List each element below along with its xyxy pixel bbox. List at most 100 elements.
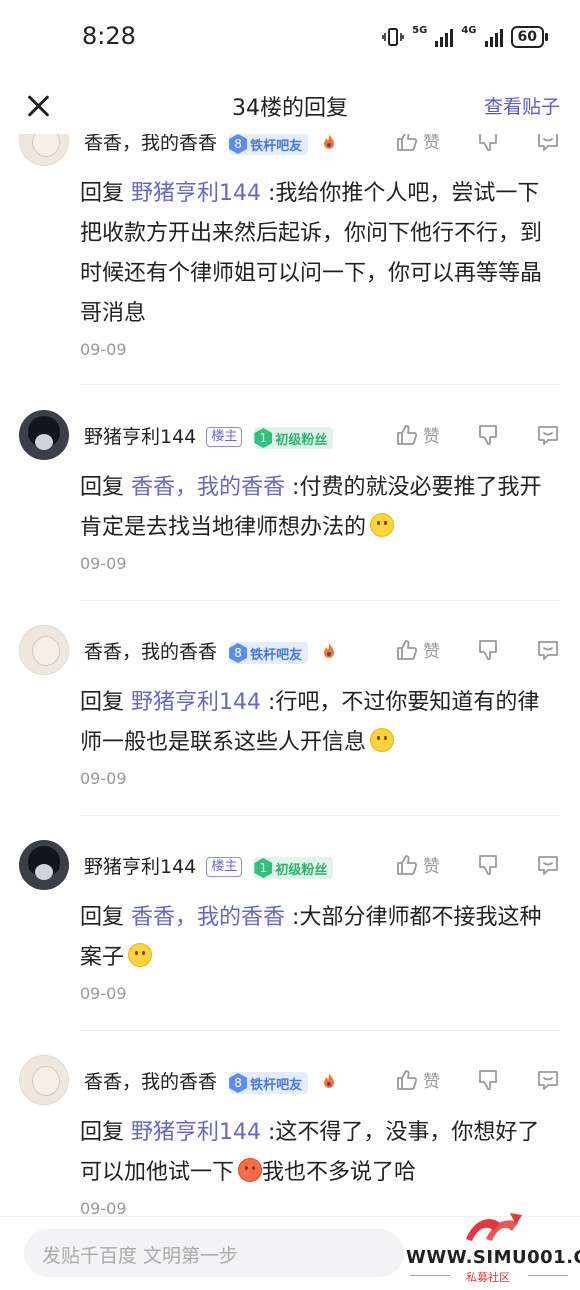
level-title: 铁杆吧友 <box>250 1077 303 1093</box>
signal-icon-2 <box>484 27 503 47</box>
reply-target-link[interactable]: 野猪亨利144 <box>131 181 261 206</box>
username-row: 野猪亨利144 楼主 1 初级粉丝 <box>84 422 334 449</box>
reply-text: 回复 香香，我的香香 :大部分律师都不接我这种案子 <box>80 898 558 978</box>
reply-prefix: 回复 <box>80 905 125 930</box>
reply-input-placeholder: 发贴千百度 文明第一步 <box>42 1245 239 1267</box>
level-number: 1 <box>254 428 273 448</box>
thumbs-up-icon <box>397 1069 418 1090</box>
thumbs-up-icon <box>397 134 418 151</box>
divider <box>80 384 560 385</box>
network-5g-label: 5G <box>412 25 428 36</box>
like-label: 赞 <box>423 134 440 153</box>
reply-prefix: 回复 <box>80 1120 125 1145</box>
reply-actions: 赞 <box>395 422 560 447</box>
comment-icon[interactable] <box>536 423 560 447</box>
avatar[interactable] <box>19 134 69 166</box>
reply-body-tail: 我也不多说了哈 <box>262 1160 417 1185</box>
like-label: 赞 <box>423 642 440 662</box>
reply-date: 09-09 <box>80 340 127 359</box>
username[interactable]: 香香，我的香香 <box>84 134 217 154</box>
avatar[interactable] <box>19 625 69 675</box>
like-button[interactable]: 赞 <box>395 1067 440 1092</box>
thread-owner-badge: 楼主 <box>206 857 243 877</box>
reply-actions: 赞 <box>395 134 560 153</box>
like-label: 赞 <box>423 1072 440 1092</box>
thumbs-down-icon[interactable] <box>476 853 500 877</box>
like-button[interactable]: 赞 <box>395 852 440 877</box>
username[interactable]: 野猪亨利144 <box>84 856 196 878</box>
signal-icon <box>435 27 454 47</box>
level-number: 8 <box>229 134 248 154</box>
username[interactable]: 野猪亨利144 <box>84 426 196 448</box>
watermark-logo-icon <box>466 1213 522 1241</box>
comment-icon[interactable] <box>536 134 560 153</box>
reply-actions: 赞 <box>395 1067 560 1092</box>
thumbs-down-icon[interactable] <box>476 1068 500 1092</box>
level-number: 8 <box>229 1073 248 1093</box>
reply-date: 09-09 <box>80 769 127 788</box>
fan-level-badge: 8 铁杆吧友 <box>229 134 309 155</box>
reply-target-link[interactable]: 香香，我的香香 <box>131 905 285 930</box>
like-label: 赞 <box>423 427 440 447</box>
fan-level-badge: 8 铁杆吧友 <box>229 642 309 664</box>
thumbs-down-icon[interactable] <box>476 134 500 153</box>
watermark-rule-right <box>528 1275 568 1276</box>
view-post-link[interactable]: 查看贴子 <box>484 92 560 119</box>
username-row: 香香，我的香香 8 铁杆吧友 <box>84 134 338 155</box>
reply-date: 09-09 <box>80 1199 127 1216</box>
avatar[interactable] <box>19 410 69 460</box>
reply-actions: 赞 <box>395 852 560 877</box>
divider <box>80 1030 560 1031</box>
level-number: 8 <box>229 643 248 663</box>
comment-icon[interactable] <box>536 638 560 662</box>
like-button[interactable]: 赞 <box>395 637 440 662</box>
reply-text: 回复 野猪亨利144 :我给你推个人吧，尝试一下把收款方开出来然后起诉，你问下他… <box>80 174 558 334</box>
reply-target-link[interactable]: 野猪亨利144 <box>131 1120 261 1145</box>
surprised-emoji-icon <box>370 728 395 752</box>
comment-icon[interactable] <box>536 853 560 877</box>
thumbs-up-icon <box>397 854 418 875</box>
avatar[interactable] <box>19 1055 69 1105</box>
reply-prefix: 回复 <box>80 475 125 500</box>
fan-level-badge: 1 初级粉丝 <box>254 857 334 879</box>
thumbs-down-icon[interactable] <box>476 423 500 447</box>
comment-icon[interactable] <box>536 1068 560 1092</box>
status-icons: 5G 4G 60 <box>382 25 549 48</box>
reply-list[interactable]: 香香，我的香香 8 铁杆吧友 赞 回复 野猪亨利144 :我给你推个人吧，尝试一下… <box>0 134 580 1216</box>
like-button[interactable]: 赞 <box>395 134 440 153</box>
thumbs-down-icon[interactable] <box>476 638 500 662</box>
avatar[interactable] <box>19 840 69 890</box>
reply-prefix: 回复 <box>80 181 125 206</box>
bottom-bar: 发贴千百度 文明第一步 WWW.SIMU001.CN 私募社区 <box>0 1213 580 1290</box>
watermark-sub: 私募社区 <box>466 1271 510 1284</box>
divider <box>80 815 560 816</box>
status-time: 8:28 <box>82 22 136 50</box>
level-title: 初级粉丝 <box>275 432 328 448</box>
level-title: 铁杆吧友 <box>250 647 303 663</box>
username[interactable]: 香香，我的香香 <box>84 1071 217 1093</box>
battery-indicator: 60 <box>510 26 549 48</box>
heart-eyes-emoji-icon <box>238 1158 263 1182</box>
flame-icon <box>324 643 335 658</box>
reply-target-link[interactable]: 野猪亨利144 <box>131 690 261 715</box>
fan-level-badge: 1 初级粉丝 <box>254 427 334 449</box>
network-4g-label: 4G <box>461 25 477 36</box>
level-number: 1 <box>254 858 273 878</box>
reply-actions: 赞 <box>395 637 560 662</box>
reply-date: 09-09 <box>80 984 127 1003</box>
level-title: 铁杆吧友 <box>250 138 303 154</box>
divider <box>80 600 560 601</box>
username[interactable]: 香香，我的香香 <box>84 641 217 663</box>
watermark-site: WWW.SIMU001.CN <box>406 1247 580 1268</box>
reply-prefix: 回复 <box>80 690 125 715</box>
smile-emoji-icon <box>370 513 395 537</box>
flame-icon <box>324 1073 335 1088</box>
status-bar: 8:28 5G 4G 60 <box>0 0 580 78</box>
username-row: 香香，我的香香 8 铁杆吧友 <box>84 1067 338 1094</box>
like-label: 赞 <box>423 857 440 877</box>
reply-target-link[interactable]: 香香，我的香香 <box>131 475 285 500</box>
like-button[interactable]: 赞 <box>395 422 440 447</box>
reply-input[interactable]: 发贴千百度 文明第一步 <box>24 1229 404 1277</box>
smile-emoji-icon <box>128 943 153 967</box>
thumbs-up-icon <box>397 639 418 660</box>
